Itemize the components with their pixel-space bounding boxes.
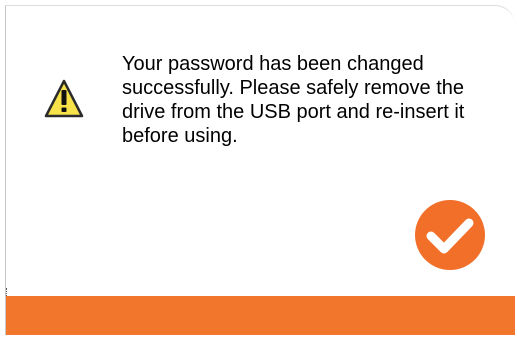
confirm-button[interactable] [402,192,498,278]
dialog-message: Your password has been changed successfu… [122,53,465,147]
warning-icon [44,79,84,119]
checkmark-icon [415,200,485,270]
footer-bar [6,296,515,335]
password-change-dialog: Your password has been changed successfu… [5,5,515,335]
